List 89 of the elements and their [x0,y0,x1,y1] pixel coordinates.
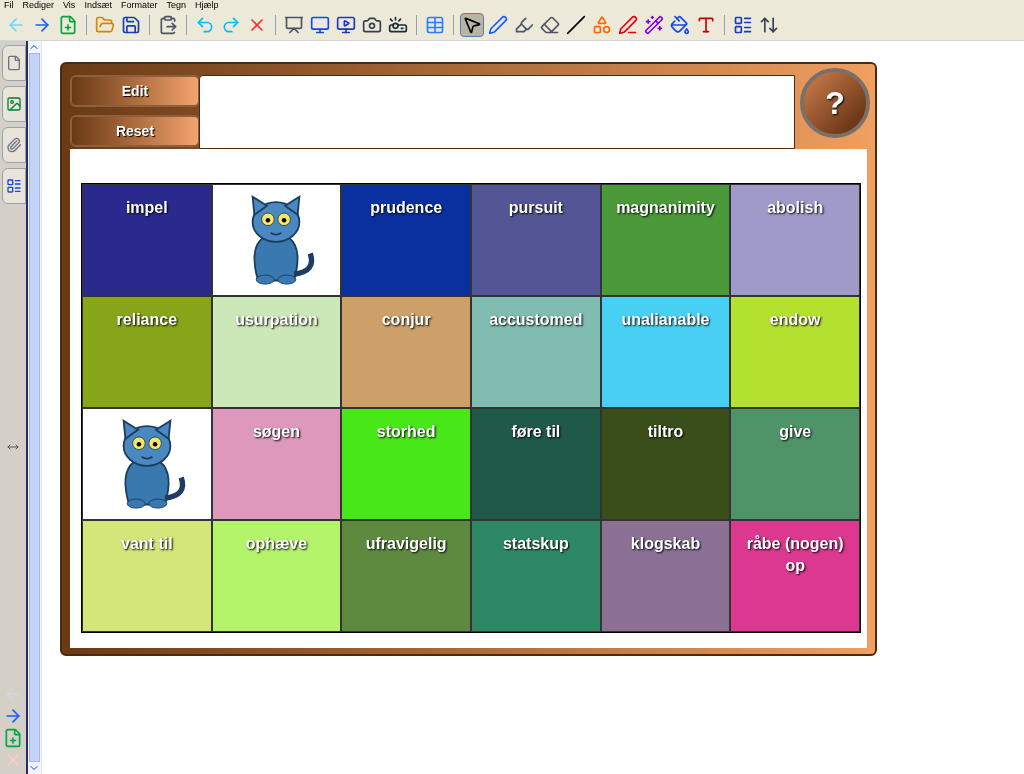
menu-item[interactable]: Fil [4,0,14,10]
card-word: søgen [252,422,301,442]
screen-icon [284,15,304,35]
text-layout-icon [733,15,753,35]
card-word: prudence [370,198,443,218]
card-word: pursuit [508,198,563,218]
magic-wand-tool[interactable] [642,13,666,37]
word-card[interactable]: klogskab [600,520,731,632]
word-card[interactable]: søgen [211,408,342,520]
cat-card[interactable] [82,408,212,520]
text-layout-icon [6,178,22,194]
card-word: impel [125,198,168,218]
line-tool[interactable] [564,13,588,37]
highlighter-icon [514,15,534,35]
card-word: klogskab [630,534,701,554]
magic-wand-icon [644,15,664,35]
card-word: statskup [502,534,569,554]
word-card[interactable]: reliance [82,296,212,408]
card-word: magnanimity [616,198,715,218]
edit-button[interactable]: Edit [70,75,200,107]
card-word: ophæve [245,534,308,554]
paste-icon [158,15,178,35]
card-word: tiltro [647,422,684,442]
word-card[interactable]: give [730,408,860,520]
monitor-icon [310,15,330,35]
scrollbar[interactable] [28,41,42,774]
new-page-icon [58,15,78,35]
menu-item[interactable]: Hjælp [194,0,219,10]
card-word: accustomed [489,310,583,330]
menu-item[interactable]: Vis [63,0,76,10]
pen-icon [488,15,508,35]
word-card[interactable]: conjur [341,296,471,408]
undo-icon [195,15,215,35]
picture-tab[interactable] [2,86,26,122]
card-word: føre til [511,422,561,442]
card-word: usurpation [235,310,318,330]
word-card[interactable]: ufravigelig [341,520,471,632]
word-card[interactable]: pursuit [471,184,601,296]
card-word: storhed [376,422,436,442]
menu-item[interactable]: Indsæt [84,0,112,10]
word-card[interactable]: føre til [471,408,601,520]
card-word: unalianable [621,310,710,330]
card-word: endow [769,310,821,330]
page-tab[interactable] [2,45,26,81]
up-down-arrow-icon [759,15,779,35]
pen-tool[interactable] [486,13,510,37]
scroll-thumb[interactable] [29,53,40,762]
paint-bucket-tool[interactable] [668,13,692,37]
text-layout-tab[interactable] [2,168,26,204]
card-word: ufravigelig [365,534,447,554]
cat-card[interactable] [211,184,342,296]
paperclip-tab[interactable] [2,127,26,163]
paperclip-icon [6,137,22,153]
word-card[interactable]: statskup [471,520,601,632]
word-card[interactable]: abolish [730,184,860,296]
page-icon [6,55,22,71]
reset-button[interactable]: Reset [70,115,200,147]
pencil-tool[interactable] [616,13,640,37]
word-card[interactable]: magnanimity [600,184,731,296]
redo-icon [221,15,241,35]
line-icon [566,15,586,35]
card-word: abolish [767,198,824,218]
pencil-icon [618,15,638,35]
card-word: conjur [381,310,431,330]
monitor-icon [336,15,356,35]
pointer-tool[interactable] [460,13,484,37]
card-word: råbe (nogen) op [745,534,845,576]
menu-item[interactable]: Tegn [166,0,186,10]
paint-bucket-icon [670,15,690,35]
open-folder-icon [95,15,115,35]
projector-icon [388,15,408,35]
word-card[interactable]: prudence [341,184,471,296]
word-card[interactable]: impel [82,184,212,296]
card-word: reliance [116,310,178,330]
camera-icon [362,15,382,35]
word-card[interactable]: tiltro [600,408,731,520]
picture-icon [6,96,22,112]
eraser-icon [540,15,560,35]
menu-item[interactable]: Formater [120,0,158,10]
card-word: give [779,422,812,442]
menu-item[interactable]: Rediger [22,0,55,10]
card-word: vant til [121,534,173,554]
table-icon [425,15,445,35]
save-icon [121,15,141,35]
shapes-icon [592,15,612,35]
text-icon [696,15,716,35]
pointer-icon [462,15,482,35]
word-card[interactable]: råbe (nogen) op [730,520,860,632]
help-button[interactable]: ? [800,68,870,138]
